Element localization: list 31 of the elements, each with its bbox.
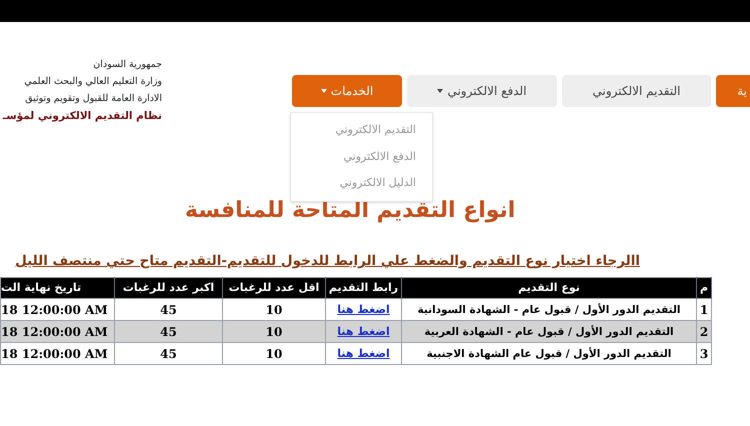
header-line: وزارة التعليم العالي والبحث العلمي	[24, 75, 162, 89]
column-header: م	[696, 278, 712, 298]
nav-button[interactable]: الدفع الالكتروني	[407, 75, 557, 107]
page-title: انواع التقديم المتاحة للمنافسة	[185, 197, 516, 225]
table-cell: 10	[266, 324, 282, 338]
system-title: نظام التقديم الالكتروني لمؤسـ	[2, 109, 162, 124]
table-cell: 18 12:00:00 AM	[1, 346, 108, 360]
table-cell: 2	[700, 324, 708, 338]
column-header: اقل عدد للرغبات	[222, 278, 326, 298]
nav-button[interactable]: التقديم الالكتروني	[562, 75, 711, 107]
header-line: الادارة العامة للقبول وتقويم وتوثيق	[25, 92, 162, 106]
header-line: جمهورية السودان	[93, 58, 162, 72]
table-cell: 10	[266, 302, 282, 316]
column-header: اكبر عدد للرغبات	[114, 278, 222, 298]
table-cell: التقديم الدور الأول / قبول عام - الشهادة العربية	[424, 326, 674, 338]
column-header: تاريخ نهاية الت	[0, 278, 114, 298]
column-header: نوع التقديم	[402, 278, 696, 298]
table-cell: 10	[266, 346, 282, 360]
table-cell: التقديم الدور الأول / قبول عام الشهادة الاجنبية	[426, 348, 672, 360]
table-cell: 45	[160, 324, 177, 338]
table-cell: 1	[700, 302, 708, 316]
instruction-text: االرجاء اختيار نوع التقديم والضغط علي الرابط للدخول للتقديم-التقديم متاح حتي منتصف الليل	[14, 252, 640, 271]
nav-button[interactable]: ية	[716, 75, 750, 107]
table-cell: 18 12:00:00 AM	[1, 302, 108, 316]
column-header: رابط التقديم	[326, 278, 402, 298]
table-cell: 45	[160, 302, 177, 316]
table-cell: 18 12:00:00 AM	[1, 324, 108, 338]
table-cell: 45	[160, 346, 177, 360]
nav-button[interactable]: الخدمات	[292, 75, 402, 107]
table-cell: التقديم الدور الأول / قبول عام - الشهادة السودانية	[417, 304, 681, 316]
table-cell: 3	[700, 346, 708, 360]
